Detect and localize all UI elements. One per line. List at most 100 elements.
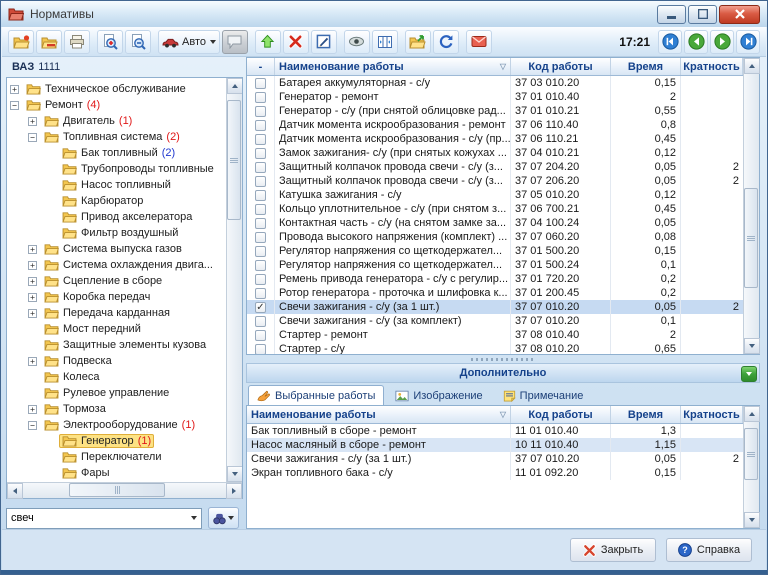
tree-node[interactable]: Сцепление в сборе [41, 274, 165, 288]
row-check-cell[interactable] [247, 244, 275, 258]
maximize-button[interactable] [688, 5, 717, 24]
tab-image[interactable]: Изображение [386, 385, 491, 405]
tree-node[interactable]: Привод акселератора [59, 210, 195, 224]
tree-node[interactable]: Насос топливный [59, 178, 174, 192]
table-row[interactable]: Провода высокого напряжения (комплект) .… [247, 230, 743, 244]
tree-node-selected[interactable]: Генератор(1) [59, 434, 154, 448]
tree-horizontal-scrollbar[interactable] [7, 482, 242, 498]
tree-item[interactable]: + Система охлаждения двига... [7, 257, 226, 273]
tab-note[interactable]: Примечание [494, 385, 593, 405]
search-input[interactable] [7, 512, 186, 524]
print-button[interactable] [64, 30, 90, 54]
tree-item[interactable]: Фары [7, 465, 226, 481]
close-dialog-button[interactable]: Закрыть [570, 538, 656, 562]
table-row[interactable]: Насос масляный в сборе - ремонт10 11 010… [247, 438, 743, 452]
row-check-cell[interactable] [247, 328, 275, 342]
checkbox[interactable] [255, 106, 266, 117]
columns-button[interactable] [372, 30, 398, 54]
previous-record-button[interactable] [684, 30, 708, 54]
checkbox[interactable] [255, 288, 266, 299]
row-check-cell[interactable] [247, 174, 275, 188]
checked-checkbox[interactable]: ✓ [255, 302, 266, 313]
table-row[interactable]: Бак топливный в сборе - ремонт11 01 010.… [247, 424, 743, 438]
tree-item[interactable]: Насос топливный [7, 177, 226, 193]
tree-item[interactable]: Фильтр воздушный [7, 225, 226, 241]
panel-splitter[interactable] [246, 355, 760, 363]
table-row[interactable]: Стартер - ремонт37 08 010.402 [247, 328, 743, 342]
row-check-cell[interactable] [247, 202, 275, 216]
expand-plus-icon[interactable]: + [28, 261, 37, 270]
column-check[interactable]: - [247, 58, 275, 75]
move-up-button[interactable] [255, 30, 281, 54]
tree-item[interactable]: Карбюратор [7, 193, 226, 209]
tree-node[interactable]: Система охлаждения двига... [41, 258, 216, 272]
row-check-cell[interactable] [247, 90, 275, 104]
checkbox[interactable] [255, 246, 266, 257]
tree-item[interactable]: +Подвеска [7, 353, 226, 369]
combo-dropdown-icon[interactable] [186, 509, 201, 528]
checkbox[interactable] [255, 232, 266, 243]
column-work-name[interactable]: Наименование работы▽ [247, 406, 511, 423]
expand-plus-icon[interactable]: + [28, 293, 37, 302]
scroll-thumb[interactable] [69, 483, 165, 497]
message-button[interactable] [466, 30, 492, 54]
scroll-thumb[interactable] [744, 188, 758, 288]
checkbox[interactable] [255, 162, 266, 173]
help-button[interactable]: ? Справка [666, 538, 752, 562]
table-row[interactable]: Свечи зажигания - с/у (за комплект)37 07… [247, 314, 743, 328]
row-check-cell[interactable] [247, 286, 275, 300]
tree-item[interactable]: Защитные элементы кузова [7, 337, 226, 353]
scroll-right-button[interactable] [226, 483, 242, 499]
tree-node[interactable]: Трубопроводы топливные [59, 162, 217, 176]
table-row[interactable]: Регулятор напряжения со щеткодержател...… [247, 244, 743, 258]
table-row[interactable]: Ротор генератора - проточка и шлифовка к… [247, 286, 743, 300]
scroll-left-button[interactable] [7, 483, 23, 499]
column-multiplicity[interactable]: Кратность [681, 58, 743, 75]
auto-dropdown[interactable]: Авто [158, 30, 220, 54]
minimize-button[interactable] [657, 5, 686, 24]
table-row[interactable]: Защитный колпачок провода свечи - с/у (з… [247, 160, 743, 174]
scroll-up-button[interactable] [227, 78, 242, 94]
tree-node[interactable]: Топливная система(2) [41, 130, 183, 144]
tree-node[interactable]: Техническое обслуживание [23, 82, 189, 96]
table-row[interactable]: Замок зажигания- с/у (при снятых кожухах… [247, 146, 743, 160]
row-check-cell[interactable] [247, 216, 275, 230]
checkbox[interactable] [255, 176, 266, 187]
row-check-cell[interactable] [247, 314, 275, 328]
checkbox[interactable] [255, 344, 266, 355]
row-check-cell[interactable] [247, 230, 275, 244]
collapse-panel-button[interactable] [741, 366, 757, 382]
chat-button[interactable] [222, 30, 248, 54]
table-row[interactable]: Кольцо уплотнительное - с/у (при снятом … [247, 202, 743, 216]
tree-item[interactable]: −Ремонт(4) [7, 97, 226, 113]
tree-item[interactable]: +Передача карданная [7, 305, 226, 321]
table-row[interactable]: Регулятор напряжения со щеткодержател...… [247, 258, 743, 272]
table-row[interactable]: Ремень привода генератора - с/у с регули… [247, 272, 743, 286]
table-row[interactable]: Датчик момента искрообразования - ремонт… [247, 118, 743, 132]
tree-item[interactable]: Генератор(1) [7, 433, 226, 449]
checkbox[interactable] [255, 274, 266, 285]
new-folder-button[interactable] [8, 30, 34, 54]
tree-item[interactable]: −Топливная система(2) [7, 129, 226, 145]
checkbox[interactable] [255, 134, 266, 145]
scroll-down-button[interactable] [744, 512, 760, 528]
tree-item[interactable]: +Тормоза [7, 401, 226, 417]
selected-works-scrollbar[interactable] [743, 406, 759, 528]
column-time[interactable]: Время [611, 58, 681, 75]
tree-item[interactable]: −Электрооборудование(1) [7, 417, 226, 433]
row-check-cell[interactable] [247, 118, 275, 132]
checkbox[interactable] [255, 260, 266, 271]
collapse-minus-icon[interactable]: − [28, 421, 37, 430]
checkbox[interactable] [255, 148, 266, 159]
tree-item[interactable]: + Техническое обслуживание [7, 81, 226, 97]
table-row[interactable]: Генератор - ремонт37 01 010.402 [247, 90, 743, 104]
table-row[interactable]: Контактная часть - с/у (на снятом замке … [247, 216, 743, 230]
column-work-code[interactable]: Код работы [511, 58, 611, 75]
tree-item[interactable]: +Система выпуска газов [7, 241, 226, 257]
expand-plus-icon[interactable]: + [10, 85, 19, 94]
row-check-cell[interactable] [247, 146, 275, 160]
works-vertical-scrollbar[interactable] [743, 58, 759, 354]
table-row[interactable]: ✓Свечи зажигания - с/у (за 1 шт.)37 07 0… [247, 300, 743, 314]
table-row[interactable]: Стартер - с/у37 08 010.200,65 [247, 342, 743, 354]
expand-plus-icon[interactable]: + [28, 405, 37, 414]
